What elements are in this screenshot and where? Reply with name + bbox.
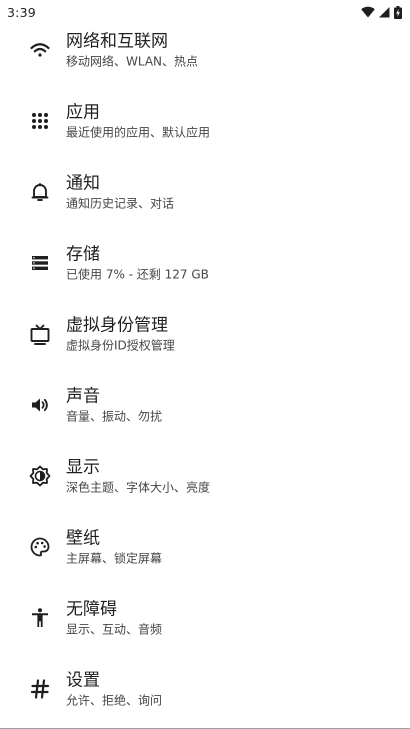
brightness-icon: [28, 464, 52, 488]
settings-item-display[interactable]: 显示 深色主题、字体大小、亮度: [0, 440, 410, 511]
settings-item-accessibility[interactable]: 无障碍 显示、互动、音频: [0, 582, 410, 653]
settings-item-title: 通知: [66, 173, 100, 193]
settings-item-texts: 通知 通知历史记录、对话: [66, 172, 174, 211]
settings-item-texts: 壁纸 主屏幕、锁定屏幕: [66, 527, 162, 566]
storage-icon: [28, 251, 52, 275]
accessibility-icon: [28, 606, 52, 630]
settings-item-title: 壁纸: [66, 528, 100, 548]
settings-item-wallpaper[interactable]: 壁纸 主屏幕、锁定屏幕: [0, 511, 410, 582]
settings-item-texts: 存储 已使用 7% - 还剩 127 GB: [66, 243, 209, 282]
settings-item-title: 网络和互联网: [66, 31, 168, 51]
settings-item-settings[interactable]: 设置 允许、拒绝、询问: [0, 653, 410, 724]
settings-item-title: 虚拟身份管理: [66, 315, 168, 335]
settings-item-subtitle: 最近使用的应用、默认应用: [66, 125, 211, 139]
settings-item-title: 声音: [66, 386, 100, 406]
apps-grid-icon: [28, 109, 52, 133]
settings-item-notifications[interactable]: 通知 通知历史记录、对话: [0, 156, 410, 227]
tv-icon: [28, 322, 52, 346]
settings-item-subtitle: 通知历史记录、对话: [66, 196, 175, 210]
settings-item-network[interactable]: 网络和互联网 移动网络、WLAN、热点: [0, 14, 410, 85]
settings-item-subtitle: 显示、互动、音频: [66, 622, 163, 636]
settings-item-title: 存储: [66, 244, 100, 264]
settings-item-texts: 虚拟身份管理 虚拟身份ID授权管理: [66, 314, 175, 353]
settings-item-title: 设置: [66, 670, 100, 690]
settings-item-subtitle: 允许、拒绝、询问: [66, 693, 163, 707]
bell-icon: [28, 180, 52, 204]
settings-item-texts: 无障碍 显示、互动、音频: [66, 598, 162, 637]
palette-icon: [28, 535, 52, 559]
settings-item-subtitle: 移动网络、WLAN、热点: [66, 54, 199, 68]
settings-item-texts: 应用 最近使用的应用、默认应用: [66, 101, 210, 140]
settings-item-subtitle: 深色主题、字体大小、亮度: [66, 480, 211, 494]
volume-icon: [28, 393, 52, 417]
settings-item-title: 显示: [66, 457, 100, 477]
settings-item-subtitle: 虚拟身份ID授权管理: [66, 338, 175, 352]
settings-item-subtitle: 主屏幕、锁定屏幕: [66, 551, 163, 565]
settings-item-texts: 网络和互联网 移动网络、WLAN、热点: [66, 30, 198, 69]
settings-item-subtitle: 音量、振动、勿扰: [66, 409, 163, 423]
settings-item-texts: 设置 允许、拒绝、询问: [66, 669, 162, 708]
settings-item-texts: 声音 音量、振动、勿扰: [66, 385, 162, 424]
settings-item-sound[interactable]: 声音 音量、振动、勿扰: [0, 369, 410, 440]
settings-list: 网络和互联网 移动网络、WLAN、热点 应用 最近使用的应用、默认应用 通知 通…: [0, 14, 410, 724]
settings-item-apps[interactable]: 应用 最近使用的应用、默认应用: [0, 85, 410, 156]
settings-item-title: 无障碍: [66, 599, 117, 619]
settings-item-subtitle: 已使用 7% - 还剩 127 GB: [66, 267, 209, 281]
settings-item-storage[interactable]: 存储 已使用 7% - 还剩 127 GB: [0, 227, 410, 298]
hash-icon: [28, 677, 52, 701]
settings-item-title: 应用: [66, 102, 100, 122]
wifi-icon: [28, 38, 52, 62]
settings-item-virtual-identity[interactable]: 虚拟身份管理 虚拟身份ID授权管理: [0, 298, 410, 369]
settings-item-texts: 显示 深色主题、字体大小、亮度: [66, 456, 210, 495]
